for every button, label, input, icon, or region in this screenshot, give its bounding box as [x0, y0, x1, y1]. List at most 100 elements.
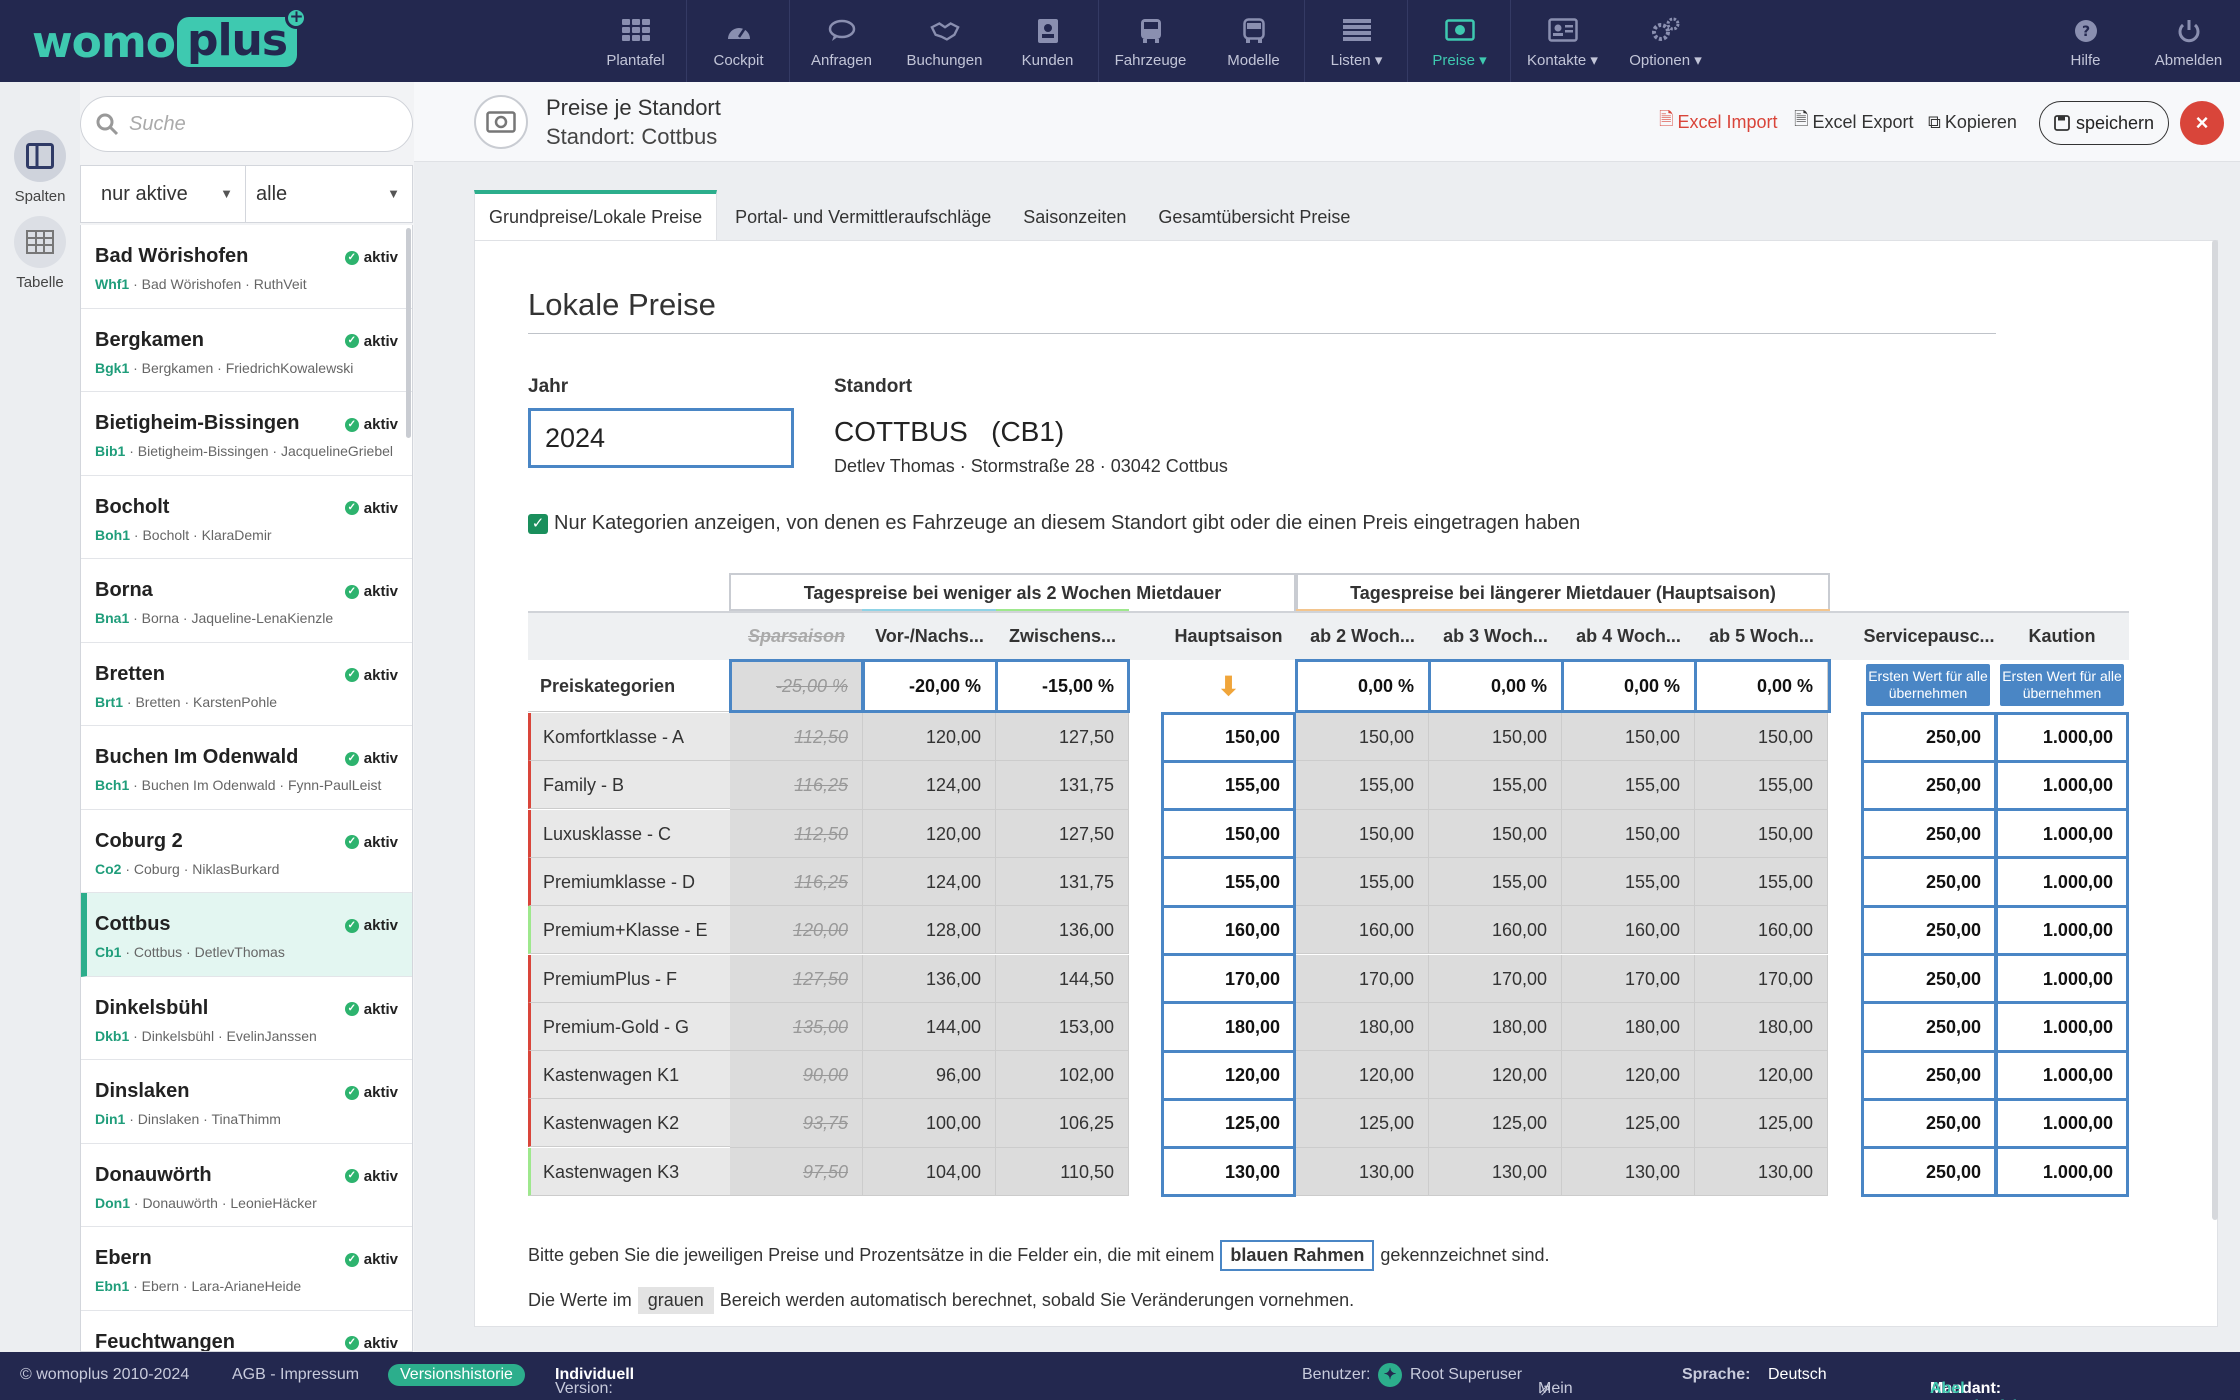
- location-list-item[interactable]: Dinkelsbühl Dkb1 · Dinkelsbühl · EvelinJ…: [81, 976, 412, 1060]
- price-cell[interactable]: 250,00: [1862, 1099, 1996, 1148]
- price-cell[interactable]: 250,00: [1862, 954, 1996, 1003]
- nav-item-preise[interactable]: Preise ▾: [1408, 0, 1511, 82]
- location-list-item[interactable]: Bocholt Boh1 · Bocholt · KlaraDemir ✓ akt…: [81, 475, 412, 559]
- price-cell[interactable]: 150,00: [1162, 713, 1295, 762]
- location-list-item[interactable]: Ebern Ebn1 · Ebern · Lara-ArianeHeide ✓ a…: [81, 1227, 412, 1311]
- nav-item-cockpit[interactable]: Cockpit: [687, 0, 790, 82]
- nav-item-modelle[interactable]: Modelle: [1202, 0, 1305, 82]
- scope-filter-select[interactable]: alle ▼: [246, 166, 412, 222]
- standort-name: COTTBUS (CB1): [834, 416, 1065, 447]
- price-cell[interactable]: 160,00: [1162, 906, 1295, 955]
- price-cell[interactable]: 250,00: [1862, 1002, 1996, 1052]
- location-list-item[interactable]: Borna Bna1 · Borna · Jaqueline-LenaKienz…: [81, 559, 412, 643]
- list-scrollbar[interactable]: [406, 228, 411, 438]
- location-list-item[interactable]: Coburg 2 Co2 · Coburg · NiklasBurkard ✓ a…: [81, 809, 412, 893]
- womoplus-logo[interactable]: womo plus +: [32, 7, 308, 68]
- jahr-input[interactable]: 2024: [528, 408, 794, 468]
- location-list-item[interactable]: Bergkamen Bgk1 · Bergkamen · FriedrichKo…: [81, 308, 412, 392]
- column-header: Sparsaison: [747, 626, 846, 646]
- price-cell[interactable]: 1.000,00: [1996, 906, 2128, 955]
- status-filter-select[interactable]: nur aktive ▼: [81, 166, 246, 222]
- version-history-button[interactable]: Versionshistorie: [388, 1364, 525, 1386]
- language-select[interactable]: Deutsch: [1768, 1366, 1827, 1384]
- nav-item-listen[interactable]: Listen ▾: [1305, 0, 1408, 82]
- copy-first-value-button[interactable]: Ersten Wert für alle übernehmen: [2000, 664, 2124, 706]
- percent-input[interactable]: -15,00 %: [996, 660, 1129, 712]
- price-cell[interactable]: 1.000,00: [1996, 954, 2128, 1003]
- nav-item-kunden[interactable]: Kunden: [996, 0, 1099, 82]
- dropdown-arrow-icon: ▼: [220, 186, 233, 201]
- price-cell[interactable]: 250,00: [1862, 1051, 1996, 1100]
- user-name[interactable]: Root Superuser: [1410, 1366, 1522, 1384]
- location-list-item[interactable]: Bretten Brt1 · Bretten · KarstenPohle ✓ a…: [81, 642, 412, 726]
- tab-1[interactable]: Portal- und Vermittleraufschläge: [721, 190, 1005, 240]
- check-circle-icon: ✓: [344, 751, 359, 766]
- nav-item-buchungen[interactable]: Buchungen: [893, 0, 996, 82]
- close-button[interactable]: ×: [2180, 101, 2224, 145]
- nav-item-abmelden[interactable]: Abmelden: [2137, 0, 2240, 82]
- id-card-icon: [1033, 18, 1063, 44]
- location-meta: Cb1 · Cottbus · DetlevThomas: [95, 944, 285, 960]
- nav-item-label: Abmelden: [2154, 52, 2223, 69]
- price-cell[interactable]: 150,00: [1162, 809, 1295, 858]
- price-cell[interactable]: 250,00: [1862, 809, 1996, 858]
- percent-input[interactable]: 0,00 %: [1562, 660, 1695, 712]
- nav-item-optionen[interactable]: Optionen ▾: [1614, 0, 1717, 82]
- percent-input[interactable]: 0,00 %: [1429, 660, 1562, 712]
- price-cell[interactable]: 1.000,00: [1996, 1099, 2128, 1148]
- standort-address: Detlev Thomas · Stormstraße 28 · 03042 C…: [834, 456, 1228, 476]
- price-cell[interactable]: 120,00: [1162, 1051, 1295, 1100]
- tabelle-view-button[interactable]: Tabelle: [0, 216, 80, 291]
- price-cell[interactable]: 1.000,00: [1996, 809, 2128, 858]
- percent-input[interactable]: 0,00 %: [1296, 660, 1429, 712]
- price-cell[interactable]: 250,00: [1862, 761, 1996, 810]
- location-list-item[interactable]: Feuchtwangen ✓ aktiv: [81, 1310, 412, 1351]
- spalten-view-button[interactable]: Spalten: [0, 130, 80, 205]
- price-cell[interactable]: 1.000,00: [1996, 857, 2128, 907]
- nav-item-anfragen[interactable]: Anfragen: [790, 0, 893, 82]
- tab-0[interactable]: Grundpreise/Lokale Preise: [474, 190, 718, 240]
- percent-input[interactable]: 0,00 %: [1695, 660, 1828, 712]
- tab-3[interactable]: Gesamtübersicht Preise: [1144, 190, 1364, 240]
- percent-input[interactable]: -20,00 %: [863, 660, 996, 712]
- price-cell[interactable]: 250,00: [1862, 906, 1996, 955]
- price-cell[interactable]: 130,00: [1162, 1147, 1295, 1196]
- location-list-item[interactable]: Bietigheim-Bissingen Bib1 · Bietigheim-B…: [81, 392, 412, 476]
- price-cell[interactable]: 125,00: [1162, 1099, 1295, 1148]
- nav-item-plantafel[interactable]: Plantafel: [584, 0, 687, 82]
- location-list-item[interactable]: Donauwörth Don1 · Donauwörth · LeonieHäc…: [81, 1143, 412, 1227]
- copy-button[interactable]: ⧉ Kopieren: [1928, 104, 2017, 140]
- price-cell[interactable]: 170,00: [1162, 954, 1295, 1003]
- price-cell[interactable]: 250,00: [1862, 713, 1996, 762]
- nav-item-kontakte[interactable]: Kontakte ▾: [1511, 0, 1614, 82]
- location-list-item[interactable]: Cottbus Cb1 · Cottbus · DetlevThomas ✓ ak…: [81, 893, 412, 977]
- price-cell[interactable]: 180,00: [1162, 1002, 1295, 1052]
- excel-import-button[interactable]: 🗎 Excel Import: [1659, 104, 1778, 140]
- price-cell[interactable]: 1.000,00: [1996, 1051, 2128, 1100]
- category-filter-checkbox[interactable]: ✓ Nur Kategorien anzeigen, von denen es …: [528, 512, 1580, 535]
- agb-link[interactable]: AGB - Impressum: [232, 1366, 359, 1384]
- dropdown-arrow-icon: ▼: [387, 186, 400, 201]
- price-cell[interactable]: 1.000,00: [1996, 1002, 2128, 1052]
- editable-row-divider: [1862, 1097, 1996, 1101]
- location-list-item[interactable]: Dinslaken Din1 · Dinslaken · TinaThimm ✓…: [81, 1060, 412, 1144]
- location-list-item[interactable]: Buchen Im Odenwald Bch1 · Buchen Im Oden…: [81, 726, 412, 810]
- price-cell[interactable]: 250,00: [1862, 1147, 1996, 1196]
- search-input[interactable]: Suche: [80, 96, 413, 152]
- price-cell[interactable]: 1.000,00: [1996, 1147, 2128, 1196]
- nav-item-fahrzeuge[interactable]: Fahrzeuge: [1099, 0, 1202, 82]
- price-cell[interactable]: 155,00: [1162, 761, 1295, 810]
- location-list-item[interactable]: Bad Wörishofen Whf1 · Bad Wörishofen · R…: [81, 225, 412, 309]
- price-cell[interactable]: 1.000,00: [1996, 713, 2128, 762]
- save-button[interactable]: speichern: [2039, 101, 2170, 145]
- price-cell[interactable]: 250,00: [1862, 857, 1996, 907]
- price-cell: 155,00: [1296, 857, 1429, 907]
- tab-2[interactable]: Saisonzeiten: [1009, 190, 1140, 240]
- price-cell[interactable]: 1.000,00: [1996, 761, 2128, 810]
- check-circle-icon: ✓: [344, 1002, 359, 1016]
- excel-export-button[interactable]: 🗎 Excel Export: [1794, 104, 1914, 140]
- copy-first-value-button[interactable]: Ersten Wert für alle übernehmen: [1866, 664, 1990, 706]
- nav-item-hilfe[interactable]: ? Hilfe: [2034, 0, 2137, 82]
- content-scrollbar[interactable]: [2212, 240, 2218, 1220]
- price-cell[interactable]: 155,00: [1162, 857, 1295, 907]
